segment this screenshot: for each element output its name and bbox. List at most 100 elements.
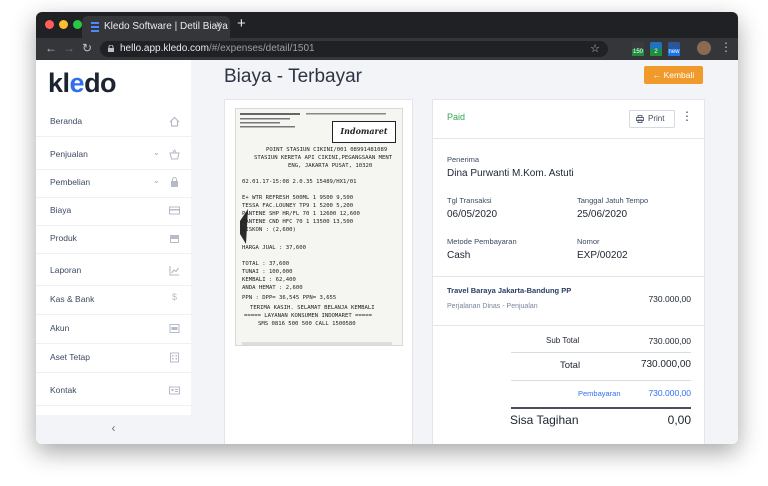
divider (511, 407, 691, 409)
receipt-line: PANTENE CND HFC 70 1 13500 13,500 (242, 219, 354, 225)
sidebar-item-biaya[interactable]: Biaya (36, 197, 191, 226)
sidebar-collapse-button[interactable]: ‹ (36, 415, 191, 444)
expense-detail-card: Paid Print ⋮ Penerima Dina Purwanti M.Ko… (432, 99, 705, 444)
subtotal-value: 730.000,00 (648, 336, 691, 346)
logo-part: e (69, 68, 85, 98)
print-label: Print (648, 114, 665, 123)
chevron-down-icon: ⌄ (153, 176, 160, 185)
tab-close-icon[interactable]: × (216, 19, 222, 31)
sisa-tagihan-label: Sisa Tagihan (510, 413, 579, 427)
logo-part: do (84, 68, 117, 98)
sidebar-item-pembelian[interactable]: Pembelian ⌄ (36, 169, 191, 198)
receipt-image[interactable]: Indomaret POINT STASIUN CIKINI/001 08991… (235, 108, 403, 346)
minimize-window-button[interactable] (59, 20, 68, 29)
divider (511, 380, 691, 381)
pembayaran-link[interactable]: Pembayaran (578, 389, 621, 398)
total-label: Total (560, 360, 581, 371)
close-window-button[interactable] (45, 20, 54, 29)
receipt-line: POINT STASIUN CIKINI/001 08991481089 (266, 147, 388, 153)
sidebar-item-label: Pembelian (50, 177, 91, 187)
receipt-line: SMS 0816 500 500 CALL 1500580 (258, 321, 356, 327)
kledo-favicon-icon (91, 22, 99, 32)
url-text: hello.app.kledo.com/#/expenses/detail/15… (120, 43, 315, 54)
forward-arrow-icon[interactable]: → (63, 41, 75, 55)
browser-tab-bar: Kledo Software | Detil Biaya × + (36, 12, 738, 38)
sidebar-item-label: Akun (50, 323, 70, 333)
sidebar-item-kas-bank[interactable]: Kas & Bank $ (36, 286, 191, 315)
sidebar-item-aset-tetap[interactable]: Aset Tetap (36, 344, 191, 373)
sidebar-item-penjualan[interactable]: Penjualan ⌄ (36, 141, 191, 170)
tgl-transaksi-label: Tgl Transaksi (447, 196, 492, 205)
back-button[interactable]: ← Kembali (644, 66, 703, 84)
profile-avatar[interactable] (697, 41, 711, 55)
line-item-amount: 730.000,00 (648, 294, 691, 304)
penerima-label: Penerima (447, 155, 480, 164)
receipt-line: KEMBALI : 62,400 (242, 277, 296, 283)
receipt-line: TUNAI : 100,000 (242, 269, 293, 275)
chevron-down-icon: ⌄ (153, 148, 160, 157)
sidebar-item-laporan[interactable]: Laporan (36, 257, 191, 286)
receipt-line: TERIMA KASIH. SELAMAT BELANJA KEMBALI (250, 305, 375, 311)
sidebar-item-label: Laporan (50, 265, 82, 275)
extension-icon[interactable]: new (668, 42, 680, 56)
extension-icon[interactable]: 150 (632, 42, 644, 56)
line-item-account: Travel Baraya Jakarta-Bandung PP (447, 286, 572, 295)
page-title: Biaya - Terbayar (224, 66, 362, 87)
sidebar-item-akun[interactable]: Akun (36, 315, 191, 344)
receipt-line: STASIUN KERETA API CIKINI,PEGANGSAAN MEN… (254, 155, 393, 161)
logo-part: kl (48, 68, 70, 98)
receipt-line: 02.01.17-15:08 2.0.35 15489/HX1/01 (242, 179, 357, 185)
new-tab-icon[interactable]: + (237, 15, 246, 32)
bookmark-star-icon[interactable]: ☆ (590, 42, 600, 55)
back-arrow-icon[interactable]: ← (45, 41, 57, 55)
print-button[interactable]: Print (629, 110, 675, 128)
maximize-window-button[interactable] (73, 20, 82, 29)
attachment-card: Indomaret POINT STASIUN CIKINI/001 08991… (224, 99, 413, 444)
sidebar-item-produk[interactable]: Produk (36, 225, 191, 254)
sidebar-item-label: Beranda (50, 116, 83, 126)
building-icon (170, 352, 179, 363)
sidebar-item-label: Biaya (50, 205, 72, 215)
total-value: 730.000,00 (640, 359, 691, 370)
receipt-line: PANTENE SHP HR/FL 70 1 12600 12,600 (242, 211, 360, 217)
more-options-icon[interactable]: ⋮ (681, 109, 693, 123)
receipt-line: DISKON : (2,600) (242, 227, 296, 233)
browser-tab[interactable]: Kledo Software | Detil Biaya × (82, 16, 230, 38)
divider (433, 138, 704, 139)
credit-card-icon (169, 206, 180, 215)
jatuh-tempo-value: 25/06/2020 (577, 209, 628, 220)
sidebar-item-label: Kontak (50, 385, 77, 395)
sisa-tagihan-value: 0,00 (667, 413, 691, 427)
kledo-logo[interactable]: kledo (48, 68, 117, 99)
browser-menu-icon[interactable]: ⋮ (720, 40, 732, 54)
extension-badge: 2 (650, 49, 662, 56)
main-content: Biaya - Terbayar ← Kembali Indomaret POI… (191, 60, 738, 444)
sidebar-item-label: Kas & Bank (50, 294, 95, 304)
nomor-value: EXP/00202 (577, 250, 628, 261)
metode-pembayaran-value: Cash (447, 250, 471, 261)
browser-window: Kledo Software | Detil Biaya × + ← → ↻ h… (36, 12, 738, 444)
line-chart-icon (169, 266, 179, 276)
receipt-line: E+ WTR REFRESH 500ML 1 9500 9,500 (242, 195, 354, 201)
sidebar-item-label: Aset Tetap (50, 352, 91, 362)
divider (511, 352, 691, 353)
metode-pembayaran-label: Metode Pembayaran (447, 237, 517, 246)
address-bar[interactable]: hello.app.kledo.com/#/expenses/detail/15… (100, 41, 608, 57)
lock-icon (108, 45, 114, 52)
penerima-value: Dina Purwanti M.Kom. Astuti (447, 168, 574, 179)
status-badge: Paid (447, 112, 466, 122)
chevron-left-icon: ‹ (111, 421, 116, 435)
ledger-icon (169, 324, 180, 333)
url-path: /#/expenses/detail/1501 (208, 43, 315, 54)
sidebar-item-kontak[interactable]: Kontak (36, 377, 191, 406)
shopping-bag-icon (171, 177, 178, 187)
extension-icon[interactable]: 2 (650, 42, 662, 56)
box-icon (170, 235, 179, 243)
sidebar-item-beranda[interactable]: Beranda (36, 108, 191, 137)
indomaret-logo: Indomaret (332, 121, 396, 143)
reload-icon[interactable]: ↻ (82, 41, 92, 55)
tgl-transaksi-value: 06/05/2020 (447, 209, 498, 220)
nomor-label: Nomor (577, 237, 600, 246)
receipt-line: TOTAL : 37,600 (242, 261, 290, 267)
tab-title: Kledo Software | Detil Biaya (104, 21, 228, 32)
